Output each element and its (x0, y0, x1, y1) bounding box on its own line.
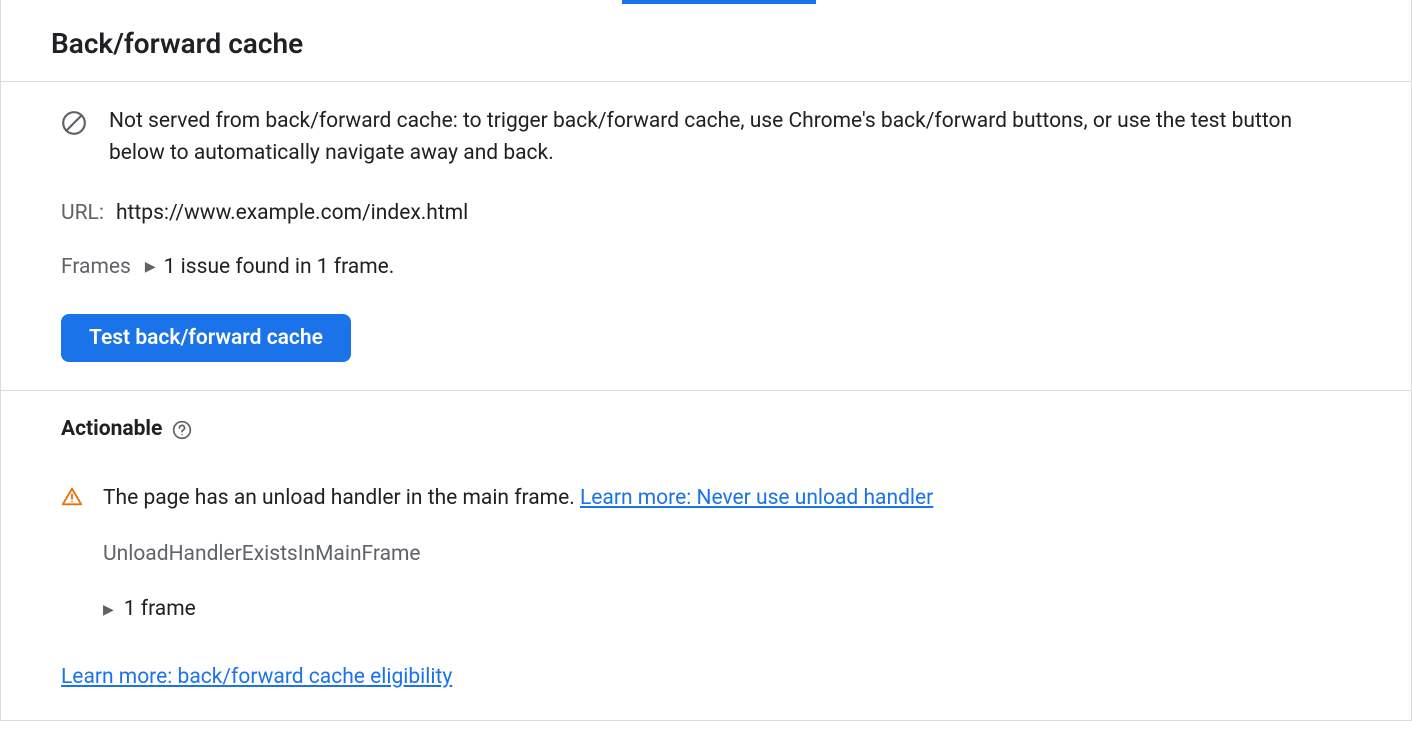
issue-row: The page has an unload handler in the ma… (61, 484, 1351, 624)
frames-row: Frames ▶ 1 issue found in 1 frame. (61, 253, 1351, 282)
tab-bar (1, 0, 1411, 4)
section-heading-row: Actionable (61, 415, 1351, 444)
warning-icon (61, 486, 83, 517)
actionable-heading: Actionable (61, 415, 162, 444)
info-message: Not served from back/forward cache: to t… (109, 106, 1351, 169)
frames-summary-text: 1 issue found in 1 frame. (164, 253, 395, 282)
prohibited-icon (61, 110, 87, 145)
help-icon[interactable] (172, 420, 192, 440)
panel-header: Back/forward cache (1, 4, 1411, 82)
info-row: Not served from back/forward cache: to t… (61, 106, 1351, 169)
eligibility-row: Learn more: back/forward cache eligibili… (61, 663, 1351, 692)
frames-label: Frames (61, 253, 131, 282)
bfcache-panel: Back/forward cache Not served from back/… (0, 0, 1412, 721)
status-section: Not served from back/forward cache: to t… (1, 82, 1411, 391)
chevron-right-icon: ▶ (145, 260, 156, 274)
url-value: https://www.example.com/index.html (116, 199, 468, 228)
chevron-right-icon: ▶ (103, 603, 114, 617)
page-title: Back/forward cache (51, 24, 1361, 63)
issue-description: The page has an unload handler in the ma… (103, 486, 580, 510)
frames-summary-toggle[interactable]: ▶ 1 issue found in 1 frame. (145, 253, 394, 282)
issue-frame-count: 1 frame (124, 595, 196, 624)
url-row: URL: https://www.example.com/index.html (61, 199, 1351, 228)
actionable-section: Actionable The page has an unload (1, 391, 1411, 720)
issue-learn-more-link[interactable]: Learn more: Never use unload handler (580, 486, 933, 510)
test-bfcache-button[interactable]: Test back/forward cache (61, 314, 351, 362)
eligibility-learn-more-link[interactable]: Learn more: back/forward cache eligibili… (61, 665, 452, 689)
issue-frame-toggle[interactable]: ▶ 1 frame (103, 595, 1351, 624)
url-label: URL: (61, 199, 104, 228)
issue-code: UnloadHandlerExistsInMainFrame (103, 540, 1351, 569)
issue-text-row: The page has an unload handler in the ma… (103, 484, 1351, 513)
active-tab-indicator (622, 0, 816, 4)
issue-content: The page has an unload handler in the ma… (103, 484, 1351, 624)
